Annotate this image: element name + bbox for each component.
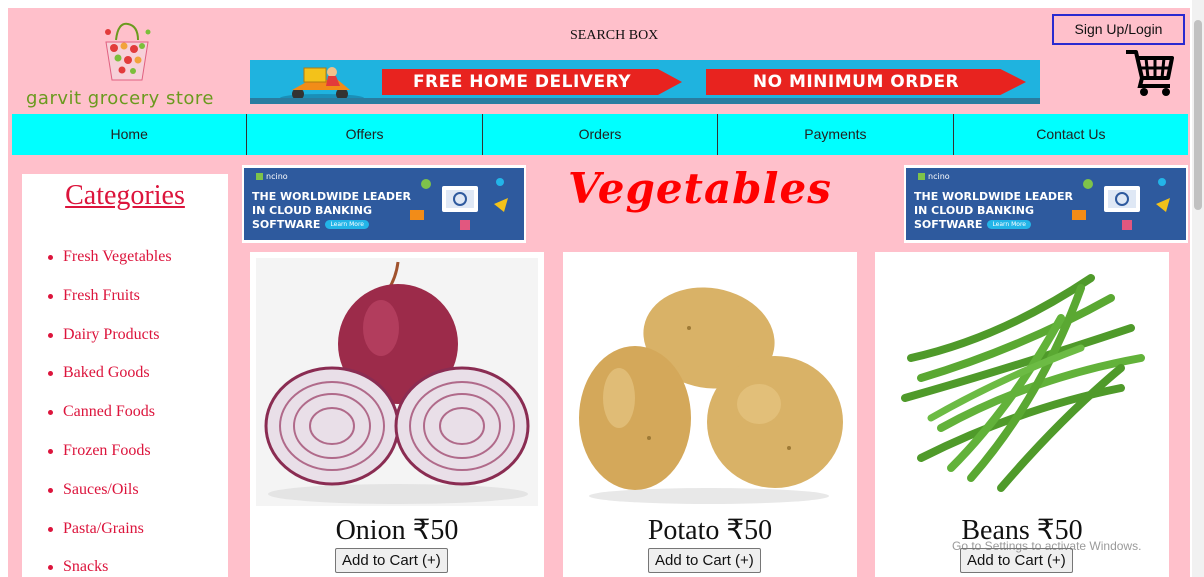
ad-brand: ncino bbox=[256, 172, 288, 181]
ad-banner-right[interactable]: ncino THE WORLDWIDE LEADER IN CLOUD BANK… bbox=[904, 165, 1188, 243]
store-logo[interactable]: garvit grocery store bbox=[14, 14, 244, 110]
product-name: Onion ₹50 bbox=[335, 515, 459, 546]
search-box[interactable]: SEARCH BOX bbox=[570, 28, 658, 44]
category-fresh-fruits[interactable]: Fresh Fruits bbox=[48, 287, 172, 326]
ad-line-3: SOFTWARE Learn More bbox=[914, 218, 1031, 231]
logo-text: garvit grocery store bbox=[26, 88, 215, 109]
product-card-onion: Onion ₹50 Add to Cart (+) bbox=[250, 252, 544, 577]
ad-line-3-text: SOFTWARE bbox=[252, 218, 321, 231]
ad-line-1: THE WORLDWIDE LEADER bbox=[914, 190, 1074, 203]
ad-line-3-text: SOFTWARE bbox=[914, 218, 983, 231]
category-pasta-grains[interactable]: Pasta/Grains bbox=[48, 520, 172, 559]
ad-line-3: SOFTWARE Learn More bbox=[252, 218, 369, 231]
no-minimum-ribbon: NO MINIMUM ORDER bbox=[706, 69, 1026, 95]
ad-line-2: IN CLOUD BANKING bbox=[252, 204, 373, 217]
no-minimum-text: NO MINIMUM ORDER bbox=[752, 72, 960, 92]
page-scrollbar[interactable] bbox=[1192, 0, 1204, 577]
ad-brand: ncino bbox=[918, 172, 950, 181]
ad-learn-more[interactable]: Learn More bbox=[325, 220, 369, 229]
category-canned-foods[interactable]: Canned Foods bbox=[48, 403, 172, 442]
ad-banner-left[interactable]: ncino THE WORLDWIDE LEADER IN CLOUD BANK… bbox=[242, 165, 526, 243]
category-frozen-foods[interactable]: Frozen Foods bbox=[48, 442, 172, 481]
category-snacks[interactable]: Snacks bbox=[48, 558, 172, 577]
grocery-basket-icon bbox=[105, 22, 151, 81]
category-dairy-products[interactable]: Dairy Products bbox=[48, 326, 172, 365]
nav-home[interactable]: Home bbox=[12, 114, 248, 155]
categories-title[interactable]: Categories bbox=[22, 180, 228, 212]
categories-list: Fresh Vegetables Fresh Fruits Dairy Prod… bbox=[48, 248, 172, 577]
beans-image[interactable] bbox=[881, 258, 1163, 506]
onion-image[interactable] bbox=[256, 258, 538, 506]
add-to-cart-button[interactable]: Add to Cart (+) bbox=[335, 548, 448, 573]
category-baked-goods[interactable]: Baked Goods bbox=[48, 364, 172, 403]
ad-learn-more[interactable]: Learn More bbox=[987, 220, 1031, 229]
nav-offers[interactable]: Offers bbox=[247, 114, 483, 155]
category-fresh-vegetables[interactable]: Fresh Vegetables bbox=[48, 248, 172, 287]
product-card-potato: Potato ₹50 Add to Cart (+) bbox=[563, 252, 857, 577]
nav-contact-us[interactable]: Contact Us bbox=[954, 114, 1188, 155]
product-card-beans: Beans ₹50 Add to Cart (+) bbox=[875, 252, 1169, 577]
scrollbar-thumb[interactable] bbox=[1194, 20, 1202, 210]
shopping-cart-icon[interactable] bbox=[1124, 48, 1176, 98]
windows-activation-watermark: Go to Settings to activate Windows. bbox=[952, 539, 1142, 553]
ad-banner-content: ncino THE WORLDWIDE LEADER IN CLOUD BANK… bbox=[906, 168, 1186, 240]
section-title: Vegetables bbox=[568, 164, 832, 213]
free-delivery-text: FREE HOME DELIVERY bbox=[412, 72, 632, 92]
ad-illustration bbox=[410, 178, 508, 230]
potato-image[interactable] bbox=[569, 258, 851, 506]
add-to-cart-button[interactable]: Add to Cart (+) bbox=[648, 548, 761, 573]
sign-up-login-button[interactable]: Sign Up/Login bbox=[1052, 14, 1185, 45]
ad-banner-content: ncino THE WORLDWIDE LEADER IN CLOUD BANK… bbox=[244, 168, 524, 240]
delivery-banner: FREE HOME DELIVERY NO MINIMUM ORDER bbox=[250, 60, 1040, 104]
delivery-scooter-icon bbox=[280, 67, 364, 102]
ad-line-1: THE WORLDWIDE LEADER bbox=[252, 190, 412, 203]
free-delivery-ribbon: FREE HOME DELIVERY bbox=[382, 69, 682, 95]
main-nav: Home Offers Orders Payments Contact Us bbox=[12, 114, 1188, 155]
ad-illustration bbox=[1072, 178, 1170, 230]
banner-road bbox=[250, 98, 1040, 104]
category-sauces-oils[interactable]: Sauces/Oils bbox=[48, 481, 172, 520]
ad-line-2: IN CLOUD BANKING bbox=[914, 204, 1035, 217]
page: garvit grocery store SEARCH BOX FREE HOM… bbox=[8, 8, 1190, 577]
product-name: Potato ₹50 bbox=[647, 515, 773, 546]
nav-payments[interactable]: Payments bbox=[718, 114, 954, 155]
nav-orders[interactable]: Orders bbox=[483, 114, 719, 155]
categories-sidebar: Categories Fresh Vegetables Fresh Fruits… bbox=[22, 174, 228, 577]
